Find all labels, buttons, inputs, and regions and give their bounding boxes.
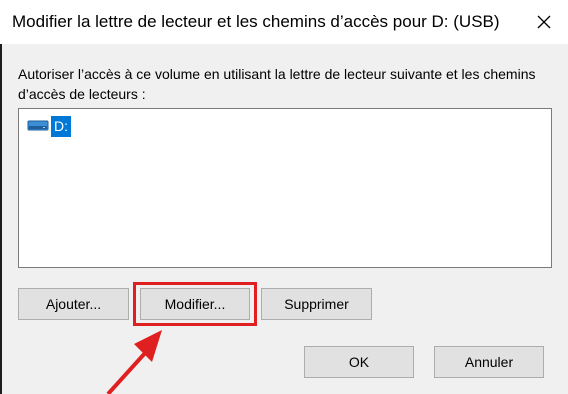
drive-letter-label: D: <box>51 115 71 137</box>
add-button[interactable]: Ajouter... <box>18 288 129 320</box>
window-edge <box>0 44 2 394</box>
list-item[interactable]: D: <box>27 115 71 137</box>
highlight-box <box>133 282 257 326</box>
drive-path-list[interactable]: D: <box>18 108 552 268</box>
remove-button[interactable]: Supprimer <box>261 288 372 320</box>
cancel-button[interactable]: Annuler <box>434 346 544 378</box>
close-button[interactable] <box>526 4 562 40</box>
ok-button[interactable]: OK <box>304 346 414 378</box>
instructions-text: Autoriser l’accès à ce volume en utilisa… <box>18 66 536 102</box>
title-bar: Modifier la lettre de lecteur et les che… <box>0 0 568 44</box>
close-icon <box>537 15 551 29</box>
dialog-title: Modifier la lettre de lecteur et les che… <box>12 12 500 31</box>
drive-icon <box>27 120 49 131</box>
